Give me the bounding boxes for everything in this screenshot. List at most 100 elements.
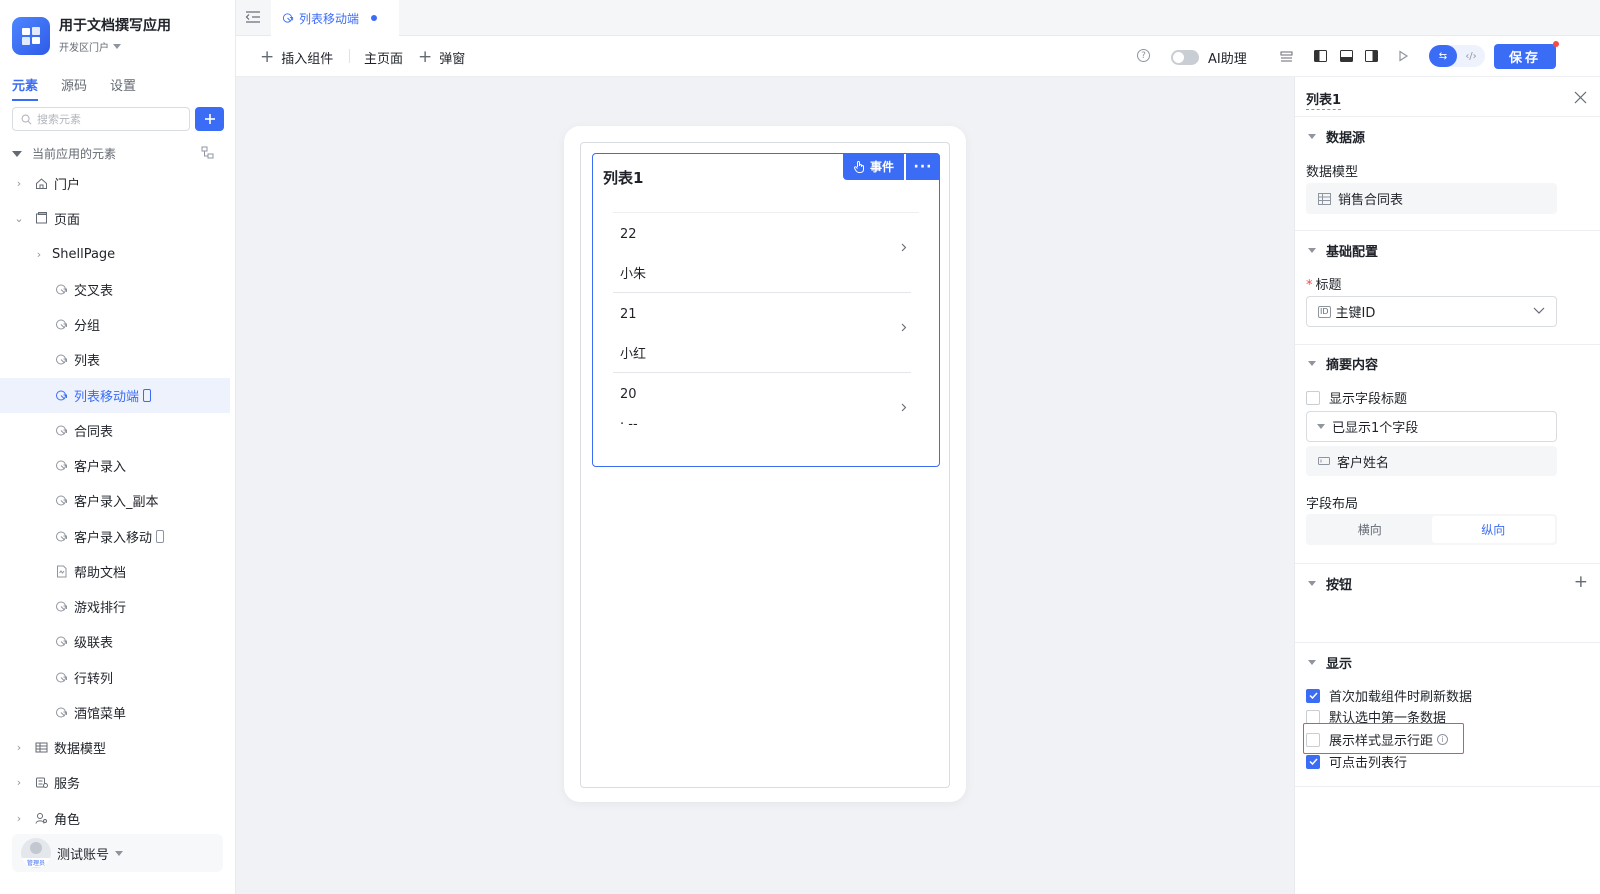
section-summary[interactable]: 摘要内容 bbox=[1308, 354, 1378, 373]
table-icon bbox=[1318, 192, 1331, 205]
show-field-title-option[interactable]: 显示字段标题 bbox=[1306, 388, 1407, 407]
bottom-panel-icon[interactable] bbox=[1339, 49, 1353, 63]
chevron-right-icon bbox=[901, 243, 907, 252]
tree-item-contract[interactable]: 合同表 bbox=[0, 413, 230, 448]
option-label: 首次加载组件时刷新数据 bbox=[1329, 690, 1473, 705]
element-tree: › 门户 ⌄ 页面 › ShellPage 交叉表 分组 列表 列表移动端 合同… bbox=[0, 166, 230, 836]
layout-horizontal-option[interactable]: 横向 bbox=[1308, 516, 1432, 543]
tree-item-pages[interactable]: ⌄ 页面 bbox=[0, 201, 230, 236]
add-element-button[interactable] bbox=[195, 107, 224, 131]
tree-section-header[interactable]: 当前应用的元素 bbox=[12, 145, 218, 162]
tree-item-roles[interactable]: › 角色 bbox=[0, 801, 230, 836]
section-display[interactable]: 显示 bbox=[1308, 653, 1352, 672]
chevron-right-icon[interactable]: › bbox=[14, 776, 24, 789]
tree-item-list-mobile[interactable]: 列表移动端 bbox=[0, 377, 230, 413]
page-leaf-icon bbox=[54, 494, 68, 508]
preview-play-icon[interactable] bbox=[1396, 49, 1410, 63]
divider bbox=[1295, 116, 1600, 117]
tree-item-data-model[interactable]: › 数据模型 bbox=[0, 730, 230, 765]
shown-fields-label: 已显示1个字段 bbox=[1332, 421, 1419, 436]
divider bbox=[1295, 344, 1600, 345]
clickable-row-option[interactable]: 可点击列表行 bbox=[1306, 752, 1407, 771]
layout-vertical-option[interactable]: 纵向 bbox=[1431, 516, 1555, 543]
add-button-icon[interactable]: + bbox=[1574, 574, 1588, 591]
role-badge: 管理员 bbox=[21, 858, 51, 867]
component-name[interactable]: 列表1 bbox=[1306, 89, 1342, 110]
list-item[interactable]: 21 小红 bbox=[613, 293, 911, 373]
data-model-selector[interactable]: 销售合同表 bbox=[1306, 183, 1557, 214]
chevron-right-icon[interactable]: › bbox=[14, 812, 24, 825]
close-icon[interactable] bbox=[1574, 91, 1587, 104]
clickable-row-checkbox[interactable] bbox=[1306, 754, 1320, 769]
chevron-right-icon[interactable]: › bbox=[34, 248, 44, 261]
app-header[interactable]: 用于文档撰写应用 开发区门户 bbox=[12, 17, 171, 55]
service-icon bbox=[34, 776, 48, 790]
list-item[interactable]: 20 · -- bbox=[613, 373, 911, 453]
save-button[interactable]: 保存 bbox=[1494, 44, 1556, 69]
show-field-title-checkbox[interactable] bbox=[1306, 390, 1320, 405]
layout-grid-icon[interactable] bbox=[1279, 49, 1293, 63]
tree-item-group[interactable]: 分组 bbox=[0, 307, 230, 342]
left-panel-icon[interactable] bbox=[1313, 49, 1327, 63]
search-input[interactable]: 搜索元素 bbox=[12, 107, 190, 131]
right-panel-icon[interactable] bbox=[1364, 49, 1378, 63]
row-id: 20 bbox=[620, 387, 637, 402]
refresh-on-load-option[interactable]: 首次加载组件时刷新数据 bbox=[1306, 686, 1472, 705]
tree-item-customer-entry-mobile[interactable]: 客户录入移动 bbox=[0, 519, 230, 554]
tree-item-label: 服务 bbox=[54, 777, 81, 793]
code-mode-icon[interactable]: ‹/› bbox=[1457, 45, 1485, 67]
section-basic-config[interactable]: 基础配置 bbox=[1308, 241, 1378, 260]
tree-item-tavern-menu[interactable]: 酒馆菜单 bbox=[0, 695, 230, 730]
data-model-value: 销售合同表 bbox=[1338, 193, 1404, 208]
row-name: 小朱 bbox=[620, 267, 647, 282]
tree-item-crosstab[interactable]: 交叉表 bbox=[0, 272, 230, 307]
tree-item-services[interactable]: › 服务 bbox=[0, 765, 230, 800]
list-item[interactable]: 22 小朱 bbox=[613, 213, 911, 293]
section-datasource[interactable]: 数据源 bbox=[1308, 127, 1365, 146]
tab-source[interactable]: 源码 bbox=[61, 75, 87, 99]
event-button[interactable]: 事件 bbox=[843, 153, 904, 180]
ai-assistant-toggle[interactable] bbox=[1171, 50, 1199, 65]
option-label: 可点击列表行 bbox=[1329, 756, 1408, 771]
tab-elements[interactable]: 元素 bbox=[12, 75, 39, 101]
list-component[interactable]: 列表1 事件 ··· 22 小朱 21 小红 20 · -- bbox=[592, 153, 940, 467]
title-label-text: 标题 bbox=[1315, 278, 1342, 293]
tab-list-mobile[interactable]: 列表移动端 bbox=[271, 0, 399, 36]
main-page-button[interactable]: 主页面 bbox=[364, 48, 403, 67]
tree-item-help-doc[interactable]: 帮助文档 bbox=[0, 554, 230, 589]
insert-component-button[interactable]: + 插入组件 bbox=[260, 48, 333, 68]
visual-mode-icon[interactable]: ⇆ bbox=[1429, 45, 1457, 67]
collapse-sidebar-icon[interactable] bbox=[244, 9, 262, 25]
component-actions: 事件 ··· bbox=[843, 153, 940, 180]
chevron-right-icon[interactable]: › bbox=[14, 177, 24, 190]
collapse-all-icon[interactable] bbox=[201, 146, 214, 159]
page-leaf-icon bbox=[282, 13, 294, 23]
select-first-checkbox[interactable] bbox=[1306, 709, 1320, 724]
list-title: 列表1 bbox=[603, 169, 644, 187]
shown-fields-group[interactable]: 已显示1个字段 bbox=[1306, 411, 1557, 442]
tree-item-list[interactable]: 列表 bbox=[0, 342, 230, 377]
help-icon[interactable]: ? bbox=[1137, 49, 1150, 62]
summary-field-item[interactable]: 客户姓名 bbox=[1306, 446, 1557, 476]
more-options-button[interactable]: ··· bbox=[906, 153, 940, 180]
tree-item-row-to-col[interactable]: 行转列 bbox=[0, 660, 230, 695]
triangle-down-icon bbox=[12, 150, 22, 157]
popup-button[interactable]: + 弹窗 bbox=[418, 48, 465, 68]
page-leaf-icon bbox=[54, 600, 68, 614]
env-selector[interactable]: 开发区门户 bbox=[59, 39, 171, 54]
user-account[interactable]: 管理员 测试账号 bbox=[12, 834, 223, 872]
tab-settings[interactable]: 设置 bbox=[110, 75, 136, 99]
tree-item-customer-entry-copy[interactable]: 客户录入_副本 bbox=[0, 483, 230, 518]
tree-item-cascade[interactable]: 级联表 bbox=[0, 624, 230, 659]
tree-item-game-rank[interactable]: 游戏排行 bbox=[0, 589, 230, 624]
section-title: 摘要内容 bbox=[1326, 358, 1379, 373]
tree-item-shellpage[interactable]: › ShellPage bbox=[0, 237, 230, 272]
tree-item-portal[interactable]: › 门户 bbox=[0, 166, 230, 201]
chevron-right-icon[interactable]: › bbox=[14, 741, 24, 754]
section-buttons[interactable]: 按钮 bbox=[1308, 574, 1352, 593]
check-icon bbox=[1308, 758, 1318, 765]
title-field-select[interactable]: ID 主键ID bbox=[1306, 296, 1557, 327]
chevron-down-icon[interactable]: ⌄ bbox=[14, 212, 24, 225]
tree-item-customer-entry[interactable]: 客户录入 bbox=[0, 448, 230, 483]
refresh-on-load-checkbox[interactable] bbox=[1306, 688, 1320, 703]
